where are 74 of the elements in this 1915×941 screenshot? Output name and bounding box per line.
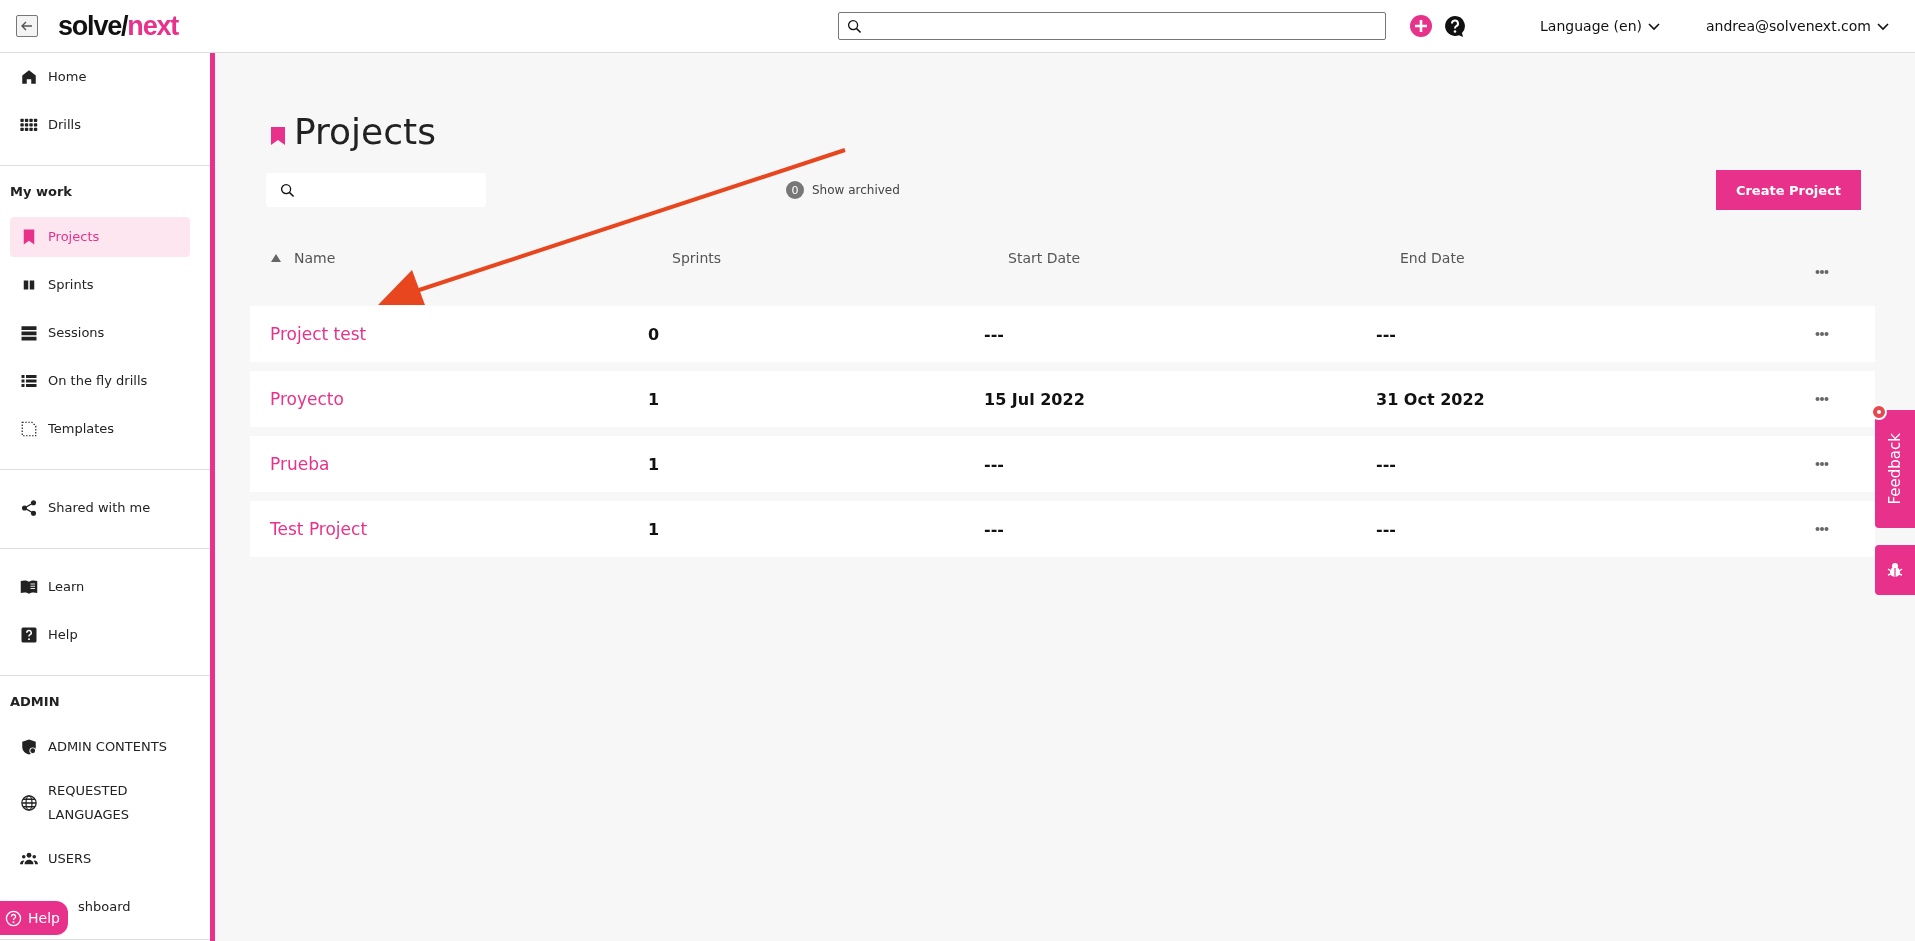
shield-icon xyxy=(20,738,38,756)
column-header[interactable]: Name xyxy=(294,250,336,266)
bug-icon xyxy=(1887,562,1903,578)
project-link[interactable]: Proyecto xyxy=(270,389,344,409)
list-icon xyxy=(20,372,38,390)
more-icon[interactable] xyxy=(1815,269,1829,275)
page-title: Projects xyxy=(294,111,436,152)
project-link[interactable]: Test Project xyxy=(270,519,368,539)
show-archived-label[interactable]: Show archived xyxy=(812,183,900,197)
search-field[interactable] xyxy=(266,173,486,207)
back-button[interactable] xyxy=(16,15,38,37)
sidebar-item[interactable]: shboard xyxy=(78,895,131,919)
more-icon[interactable] xyxy=(1815,526,1829,532)
sidebar-item[interactable]: REQUESTED LANGUAGES xyxy=(10,775,190,831)
table-cell: --- xyxy=(984,324,1004,344)
globe-icon xyxy=(20,794,38,812)
sidebar-item[interactable]: ADMIN CONTENTS xyxy=(10,727,190,767)
more-icon[interactable] xyxy=(1815,331,1829,337)
search-field[interactable] xyxy=(838,12,1387,40)
bookmark-icon xyxy=(270,125,286,146)
sidebar-item[interactable]: Templates xyxy=(10,409,190,449)
table-cell: 1 xyxy=(648,454,660,474)
sidebar-item[interactable]: Home xyxy=(10,57,190,97)
home-icon xyxy=(20,68,38,86)
table-cell: --- xyxy=(1376,454,1396,474)
table-cell: 31 Oct 2022 xyxy=(1376,389,1485,409)
archived-count[interactable]: 0 xyxy=(786,181,804,199)
sidebar-item[interactable]: Drills xyxy=(10,105,190,145)
sidebar-item[interactable]: Sprints xyxy=(10,265,190,305)
help-icon xyxy=(5,909,22,927)
sidebar-heading: ADMIN xyxy=(9,694,61,711)
more-icon[interactable] xyxy=(1815,461,1829,467)
sidebar-item[interactable]: On the fly drills xyxy=(10,361,190,401)
help-icon xyxy=(20,626,38,644)
feedback-tab[interactable]: Feedback xyxy=(1875,410,1915,528)
share-icon xyxy=(20,499,38,517)
search-icon xyxy=(280,182,295,198)
sidebar-item[interactable]: USERS xyxy=(10,839,190,879)
table-cell: --- xyxy=(984,519,1004,539)
chevron-down-icon xyxy=(1648,20,1660,32)
project-link[interactable]: Prueba xyxy=(270,454,330,474)
sort-up-icon[interactable] xyxy=(270,253,282,263)
table-cell: 1 xyxy=(648,519,660,539)
sidebar-item[interactable]: Shared with me xyxy=(10,488,190,528)
sidebar-item[interactable]: Help xyxy=(10,615,190,655)
table-cell: 1 xyxy=(648,389,660,409)
sidebar-item[interactable]: Learn xyxy=(10,567,190,607)
chevron-down-icon xyxy=(1877,20,1889,32)
help-icon[interactable] xyxy=(1444,15,1467,37)
create-project-button[interactable]: Create Project xyxy=(1716,170,1861,210)
language-dropdown[interactable]: Language (en) xyxy=(1540,18,1660,34)
logo[interactable]: solve/next xyxy=(58,10,179,42)
user-menu[interactable]: andrea@solvenext.com xyxy=(1706,18,1889,34)
column-header[interactable]: Sprints xyxy=(672,250,722,266)
search-icon xyxy=(847,18,863,34)
grid-icon xyxy=(20,116,38,134)
table-cell: 0 xyxy=(648,324,660,344)
table-cell: --- xyxy=(1376,519,1396,539)
sidebar-heading: My work xyxy=(9,184,73,201)
rows-icon xyxy=(20,324,38,342)
table-cell: --- xyxy=(1376,324,1396,344)
sidebar-item[interactable]: Sessions xyxy=(10,313,190,353)
more-icon[interactable] xyxy=(1815,396,1829,402)
help-button[interactable]: Help xyxy=(0,901,68,935)
arrow-left-icon xyxy=(20,19,34,33)
column-header[interactable]: End Date xyxy=(1400,250,1465,266)
table-cell: --- xyxy=(984,454,1004,474)
table-cell: 15 Jul 2022 xyxy=(984,389,1085,409)
book-icon xyxy=(20,578,38,596)
project-link[interactable]: Project test xyxy=(270,324,367,344)
template-icon xyxy=(20,420,38,438)
bug-report-button[interactable] xyxy=(1875,545,1915,595)
add-icon[interactable] xyxy=(1410,15,1433,37)
column-header[interactable]: Start Date xyxy=(1008,250,1081,266)
